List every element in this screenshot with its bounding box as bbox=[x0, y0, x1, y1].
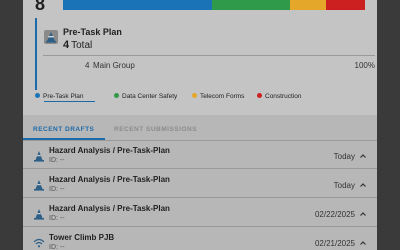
legend-label: Data Center Safety bbox=[122, 93, 178, 100]
legend-label: Pre-Task Plan bbox=[43, 93, 84, 100]
legend: Pre-Task Plan Data Center Safety Telecom… bbox=[35, 92, 375, 104]
divider bbox=[23, 226, 377, 227]
bar-segment-data-center-safety bbox=[212, 0, 290, 10]
cone-icon bbox=[34, 209, 44, 220]
plan-total-label: Total bbox=[71, 40, 93, 51]
cone-icon bbox=[44, 30, 58, 44]
selected-category-indicator bbox=[35, 18, 37, 90]
category-progress-bar bbox=[63, 0, 377, 10]
draft-row[interactable]: Hazard Analysis / Pre-Task-Plan ID: -- T… bbox=[23, 170, 377, 198]
row-date: Today bbox=[333, 181, 355, 190]
tab-bar: RECENT DRAFTS RECENT SUBMISSIONS bbox=[23, 123, 377, 137]
chevron-up-icon[interactable] bbox=[359, 239, 367, 247]
draft-row[interactable]: Hazard Analysis / Pre-Task-Plan ID: -- T… bbox=[23, 141, 377, 169]
summary-card: 8 Pre-Task Plan 4 Total 4 Main Group 100%… bbox=[23, 0, 377, 115]
bar-segment-pre-task-plan bbox=[63, 0, 212, 10]
group-percent: 100% bbox=[354, 61, 375, 70]
tab-recent-submissions[interactable]: RECENT SUBMISSIONS bbox=[114, 126, 197, 133]
group-count: 4 bbox=[85, 61, 90, 70]
divider bbox=[23, 168, 377, 169]
app-screen: 8 Pre-Task Plan 4 Total 4 Main Group 100%… bbox=[23, 0, 377, 250]
bar-segment-construction bbox=[326, 0, 365, 10]
legend-dot bbox=[257, 93, 262, 98]
row-id: ID: -- bbox=[49, 157, 65, 164]
plan-total: 4 Total bbox=[63, 39, 92, 51]
legend-label: Construction bbox=[265, 93, 302, 100]
row-date: 02/21/2025 bbox=[314, 239, 355, 248]
legend-dot bbox=[114, 93, 119, 98]
group-label: Main Group bbox=[93, 61, 135, 70]
row-date: Today bbox=[333, 152, 355, 161]
chevron-up-icon[interactable] bbox=[359, 210, 367, 218]
cone-icon bbox=[34, 180, 44, 191]
chevron-up-icon[interactable] bbox=[359, 152, 367, 160]
legend-item-construction[interactable]: Construction bbox=[257, 93, 302, 100]
legend-item-data-center-safety[interactable]: Data Center Safety bbox=[114, 93, 177, 100]
plan-title: Pre-Task Plan bbox=[63, 27, 122, 37]
row-title: Hazard Analysis / Pre-Task-Plan bbox=[49, 146, 170, 155]
divider bbox=[23, 197, 377, 198]
legend-selected-underline bbox=[44, 101, 95, 102]
row-date: 02/22/2025 bbox=[314, 210, 355, 219]
chevron-up-icon[interactable] bbox=[359, 181, 367, 189]
row-title: Tower Climb PJB bbox=[49, 233, 115, 242]
legend-dot bbox=[35, 93, 40, 98]
legend-dot bbox=[192, 93, 197, 98]
row-id: ID: -- bbox=[49, 244, 65, 250]
total-forms-count: 8 bbox=[35, 0, 46, 14]
cone-icon bbox=[34, 151, 44, 162]
wifi-icon bbox=[33, 238, 45, 248]
draft-row[interactable]: Tower Climb PJB ID: -- 02/21/2025 bbox=[23, 228, 377, 250]
row-id: ID: -- bbox=[49, 186, 65, 193]
legend-item-telecom-forms[interactable]: Telecom Forms bbox=[192, 93, 244, 100]
bar-segment-telecom-forms bbox=[290, 0, 326, 10]
group-row[interactable]: 4 Main Group 100% bbox=[43, 58, 375, 72]
draft-row[interactable]: Hazard Analysis / Pre-Task-Plan ID: -- 0… bbox=[23, 199, 377, 227]
divider bbox=[43, 55, 375, 56]
plan-total-count: 4 bbox=[63, 39, 70, 51]
tab-recent-drafts[interactable]: RECENT DRAFTS bbox=[33, 126, 94, 133]
row-title: Hazard Analysis / Pre-Task-Plan bbox=[49, 204, 170, 213]
legend-item-pre-task-plan[interactable]: Pre-Task Plan bbox=[35, 93, 83, 100]
row-title: Hazard Analysis / Pre-Task-Plan bbox=[49, 175, 170, 184]
legend-label: Telecom Forms bbox=[200, 93, 245, 100]
row-id: ID: -- bbox=[49, 215, 65, 222]
